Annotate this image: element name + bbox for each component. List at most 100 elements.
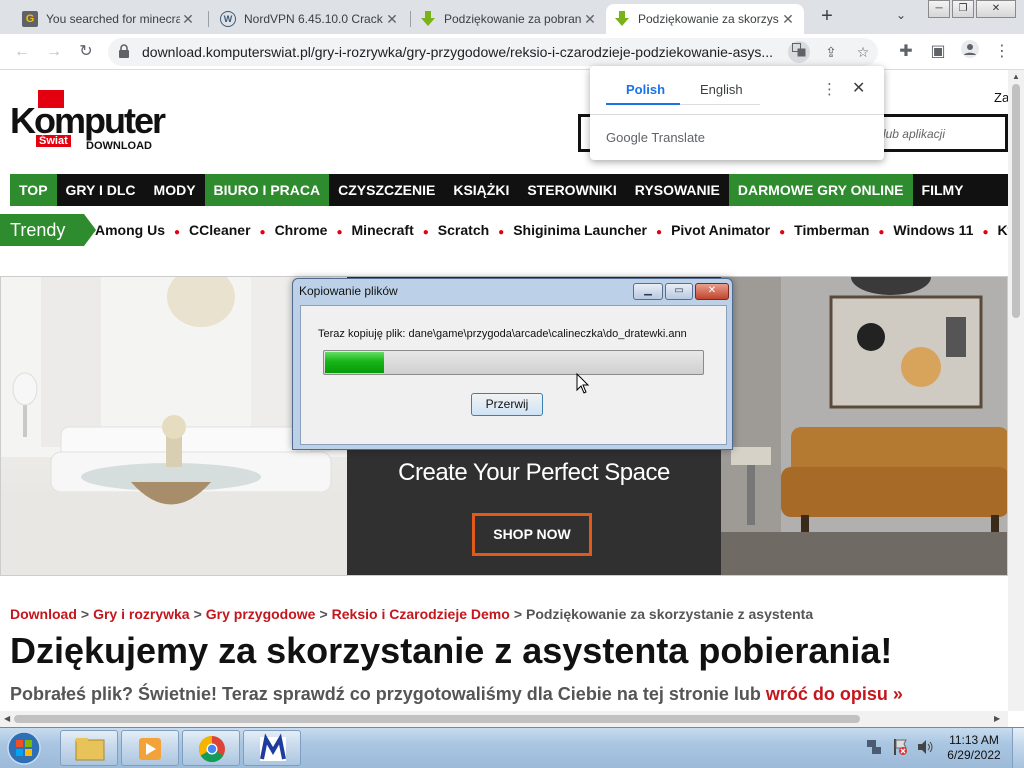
tab-search-chevron-icon[interactable]: ⌄ (896, 8, 906, 22)
tab-title: NordVPN 6.45.10.0 Crack (244, 12, 383, 26)
close-tab-icon[interactable]: ✕ (384, 11, 400, 27)
translate-source-tab[interactable]: Polish (626, 82, 665, 97)
back-arrow-icon[interactable]: ← (10, 40, 34, 64)
cancel-copy-button[interactable]: Przerwij (471, 393, 543, 416)
trendy-link[interactable]: Shiginima Launcher (513, 222, 647, 238)
page-title: Dziękujemy za skorzystanie z asystenta p… (10, 630, 893, 671)
horizontal-scrollbar[interactable]: ◀ ▶ (0, 711, 1008, 727)
chrome-menu-icon[interactable]: ⋮ (990, 40, 1014, 64)
nav-item[interactable]: RYSOWANIE (626, 174, 729, 206)
translate-icon[interactable] (788, 41, 810, 63)
scroll-right-arrow-icon[interactable]: ▶ (994, 714, 1000, 723)
taskbar-explorer-button[interactable] (60, 730, 118, 766)
forward-arrow-icon[interactable]: → (42, 40, 66, 64)
trendy-separator-dot: ● (498, 227, 505, 238)
lock-icon[interactable] (118, 44, 130, 58)
trendy-link[interactable]: Among Us (95, 222, 165, 238)
translate-options-menu-icon[interactable]: ⋮ (822, 80, 837, 98)
close-tab-icon[interactable]: ✕ (582, 11, 598, 27)
bookmark-star-icon[interactable]: ☆ (852, 41, 874, 63)
tab-1[interactable]: G You searched for minecra ✕ (14, 4, 204, 34)
shop-now-button[interactable]: SHOP NOW (472, 513, 592, 556)
breadcrumb-separator: > (80, 606, 90, 622)
dialog-close-button[interactable]: ✕ (695, 283, 729, 300)
chrome-icon (198, 735, 225, 763)
trendy-separator-dot: ● (336, 227, 343, 238)
trendy-link[interactable]: Timberman (794, 222, 869, 238)
breadcrumb-link[interactable]: Reksio i Czarodzieje Demo (332, 606, 510, 622)
trendy-link[interactable]: Kwarant (997, 222, 1008, 238)
breadcrumb-separator: > (193, 606, 202, 622)
scroll-up-arrow-icon[interactable]: ▲ (1012, 72, 1020, 81)
nav-item[interactable]: BIURO I PRACA (204, 174, 330, 206)
nav-item[interactable]: MODY (145, 174, 205, 206)
close-window-button[interactable]: ✕ (976, 0, 1016, 18)
taskbar-app-m-button[interactable] (243, 730, 301, 766)
system-clock[interactable]: 11:13 AM 6/29/2022 (940, 733, 1008, 763)
tab-2[interactable]: W NordVPN 6.45.10.0 Crack ✕ (212, 4, 408, 34)
trendy-separator-dot: ● (982, 227, 989, 238)
side-panel-icon[interactable]: ▣ (926, 40, 950, 64)
restore-button[interactable]: ❐ (952, 0, 974, 18)
close-tab-icon[interactable]: ✕ (180, 11, 196, 27)
breadcrumb-link[interactable]: Gry przygodowe (206, 606, 316, 622)
close-tab-icon[interactable]: ✕ (780, 11, 796, 27)
scroll-left-arrow-icon[interactable]: ◀ (4, 714, 10, 723)
tab-3[interactable]: Podziękowanie za pobran ✕ (412, 4, 606, 34)
breadcrumb-link[interactable]: Gry i rozrywka (93, 606, 190, 622)
nav-item[interactable]: GRY I DLC (57, 174, 145, 206)
translate-close-icon[interactable]: ✕ (852, 78, 865, 98)
translate-wordmark: Translate (651, 130, 706, 145)
minimize-button[interactable]: ─ (928, 0, 950, 18)
clock-date: 6/29/2022 (947, 748, 1001, 762)
start-button[interactable] (4, 730, 48, 766)
nav-item[interactable]: DARMOWE GRY ONLINE (728, 174, 913, 206)
trendy-link[interactable]: CCleaner (189, 222, 250, 238)
horizontal-scroll-thumb[interactable] (14, 715, 860, 723)
taskbar-chrome-button[interactable] (182, 730, 240, 766)
reload-icon[interactable]: ↻ (74, 40, 98, 64)
tab-title: Podziękowanie za skorzys (638, 12, 779, 26)
ad-photo-right (721, 277, 1007, 575)
address-bar[interactable]: download.komputerswiat.pl/gry-i-rozrywka… (108, 38, 878, 66)
tab-strip: G You searched for minecra ✕ W NordVPN 6… (0, 0, 1024, 34)
nav-item[interactable]: CZYSZCZENIE (329, 174, 444, 206)
profile-avatar-icon[interactable] (958, 40, 982, 64)
trendy-link[interactable]: Pivot Animator (671, 222, 770, 238)
url-text[interactable]: download.komputerswiat.pl/gry-i-rozrywka… (142, 44, 782, 60)
dialog-maximize-button[interactable]: ▭ (665, 283, 693, 300)
new-tab-button[interactable]: + (816, 6, 838, 28)
trendy-separator-dot: ● (656, 227, 663, 238)
network-icon[interactable] (866, 738, 882, 768)
trendy-separator-dot: ● (878, 227, 885, 238)
volume-icon[interactable] (916, 738, 934, 768)
trendy-link[interactable]: Minecraft (352, 222, 414, 238)
show-desktop-button[interactable] (1012, 728, 1024, 768)
taskbar-media-player-button[interactable] (121, 730, 179, 766)
nav-item[interactable]: KSIĄŻKI (444, 174, 518, 206)
subheading-text: Pobrałeś plik? Świetnie! Teraz sprawdź c… (10, 684, 761, 704)
vertical-scrollbar[interactable]: ▲ (1008, 70, 1024, 711)
copy-progress-bar (323, 350, 704, 375)
google-translate-brand: Google Translate (606, 130, 705, 145)
tab-4-active[interactable]: Podziękowanie za skorzys ✕ (606, 4, 804, 34)
site-logo[interactable]: Komputer Świat DOWNLOAD (10, 90, 170, 154)
trendy-link[interactable]: Scratch (438, 222, 489, 238)
trendy-link[interactable]: Chrome (275, 222, 328, 238)
back-to-description-link[interactable]: wróć do opisu » (766, 684, 903, 704)
nav-item[interactable]: STEROWNIKI (518, 174, 625, 206)
nav-item[interactable]: TOP (10, 174, 57, 206)
breadcrumb-link[interactable]: Download (10, 606, 77, 622)
extensions-puzzle-icon[interactable]: ✚ (894, 40, 918, 64)
action-center-flag-icon[interactable] (892, 738, 908, 768)
header-right-text[interactable]: Za (994, 90, 1008, 105)
dialog-minimize-button[interactable]: ▁ (633, 283, 663, 300)
share-icon[interactable]: ⇪ (820, 41, 842, 63)
blue-m-app-icon (260, 733, 286, 761)
nav-item[interactable]: FILMY (913, 174, 973, 206)
page-subheading: Pobrałeś plik? Świetnie! Teraz sprawdź c… (10, 684, 903, 705)
trendy-link[interactable]: Windows 11 (893, 222, 973, 238)
vertical-scroll-thumb[interactable] (1012, 84, 1020, 318)
logo-text: Komputer (10, 100, 166, 141)
translate-target-tab[interactable]: English (700, 82, 743, 97)
